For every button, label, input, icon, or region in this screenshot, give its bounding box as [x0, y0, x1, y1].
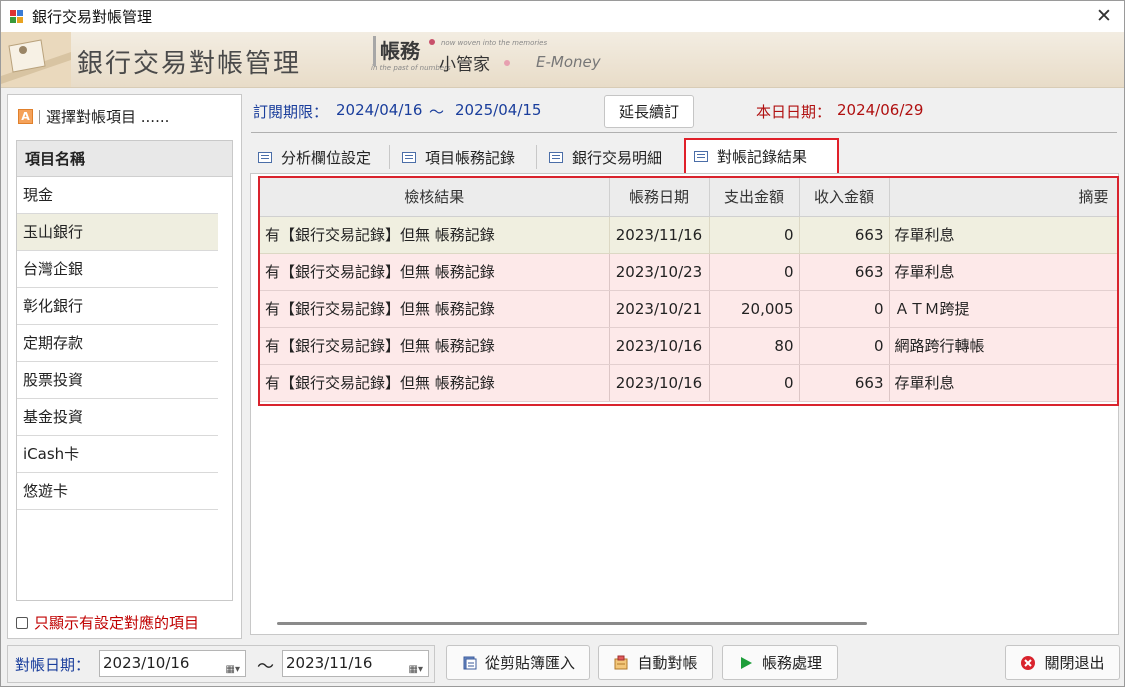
a-letter-icon: A: [18, 109, 33, 124]
table-icon: [402, 151, 416, 163]
table-icon: [549, 151, 563, 163]
date-from-picker[interactable]: 2023/10/16 ▦▾: [99, 650, 246, 677]
brand-dot-icon: [504, 60, 510, 66]
today-date: 2024/06/29: [837, 101, 924, 119]
auto-reconcile-icon: [613, 655, 629, 671]
renew-button[interactable]: 延長續訂: [604, 95, 694, 128]
date-to-picker[interactable]: 2023/11/16 ▦▾: [282, 650, 429, 677]
tab-label: 銀行交易明細: [572, 148, 663, 167]
tab-label: 對帳記錄結果: [717, 148, 808, 166]
tab-bank-transactions[interactable]: 銀行交易明細: [541, 141, 681, 173]
button-label: 關閉退出: [1044, 654, 1105, 672]
tab-reconciliation-results[interactable]: 對帳記錄結果: [684, 138, 839, 173]
list-item[interactable]: iCash卡: [17, 436, 218, 473]
tab-label: 項目帳務記錄: [425, 148, 516, 167]
divider: [39, 109, 40, 124]
tab-divider: [389, 145, 390, 169]
brand-dot-icon: [429, 39, 435, 45]
date-range-tilde: ～: [257, 657, 274, 677]
checkbox-icon[interactable]: [16, 616, 28, 629]
list-item[interactable]: 玉山銀行: [17, 214, 218, 251]
subscription-end: 2025/04/15: [455, 101, 542, 119]
table-icon: [694, 151, 708, 162]
divider: [251, 132, 1117, 133]
subscription-tilde: ～: [429, 103, 445, 121]
button-label: 自動對帳: [637, 654, 698, 672]
brand-name: 小管家: [439, 55, 490, 75]
date-range-label: 對帳日期：: [15, 656, 91, 674]
highlight-frame: [258, 176, 1119, 406]
list-items: 現金 玉山銀行 台灣企銀 彰化銀行 定期存款 股票投資 基金投資 iCash卡 悠遊卡: [17, 177, 232, 510]
tab-label: 分析欄位設定: [281, 148, 372, 167]
list-item[interactable]: 悠遊卡: [17, 473, 218, 510]
calendar-dropdown-icon[interactable]: ▦▾: [409, 657, 423, 682]
list-item[interactable]: 定期存款: [17, 325, 218, 362]
list-item[interactable]: 台灣企銀: [17, 251, 218, 288]
button-label: 帳務處理: [761, 654, 822, 672]
close-icon[interactable]: ✕: [1092, 5, 1116, 27]
list-item[interactable]: 現金: [17, 177, 218, 214]
title-bar: 銀行交易對帳管理 ✕: [1, 1, 1124, 32]
horizontal-scrollbar[interactable]: [277, 622, 867, 625]
banner-decoration-icon: [1, 32, 71, 87]
app-icon: [10, 9, 24, 24]
table-icon: [258, 151, 272, 163]
close-exit-button[interactable]: 關閉退出: [1005, 645, 1120, 680]
item-selection-panel: A 選擇對帳項目 ...... 項目名稱 現金 玉山銀行 台灣企銀 彰化銀行 定期存款股…: [7, 94, 242, 639]
button-label: 從剪貼簿匯入: [484, 654, 575, 672]
today-label: 本日日期：: [756, 103, 832, 121]
window-title: 銀行交易對帳管理: [32, 8, 153, 26]
import-clipboard-button[interactable]: 從剪貼簿匯入: [446, 645, 590, 680]
calendar-dropdown-icon[interactable]: ▦▾: [226, 657, 240, 682]
panel-title: 選擇對帳項目 ......: [46, 108, 170, 126]
list-item[interactable]: 基金投資: [17, 399, 218, 436]
brand-tagline-top: now woven into the memories: [441, 39, 548, 47]
item-list[interactable]: 項目名稱 現金 玉山銀行 台灣企銀 彰化銀行 定期存款 股票投資 基金投資 iCash卡 悠遊卡: [16, 140, 233, 601]
list-item[interactable]: 股票投資: [17, 362, 218, 399]
date-from-value: 2023/10/16: [103, 654, 190, 672]
banner-title: 銀行交易對帳管理: [77, 49, 302, 79]
panel-header: A 選擇對帳項目 ......: [18, 106, 169, 127]
close-circle-icon: [1020, 655, 1036, 671]
play-icon: [738, 655, 754, 671]
date-to-value: 2023/11/16: [286, 654, 373, 672]
process-accounts-button[interactable]: 帳務處理: [722, 645, 838, 680]
only-show-mapped-label: 只顯示有設定對應的項目: [34, 614, 200, 632]
brand-emoney: E-Money: [536, 53, 601, 71]
app-window: 銀行交易對帳管理 ✕ 銀行交易對帳管理 帳務 now woven into th…: [0, 0, 1125, 687]
only-show-mapped-checkbox[interactable]: 只顯示有設定對應的項目: [16, 612, 199, 633]
header-banner: 銀行交易對帳管理 帳務 now woven into the memories …: [1, 32, 1124, 88]
list-item[interactable]: 彰化銀行: [17, 288, 218, 325]
tab-analysis-fields[interactable]: 分析欄位設定: [250, 141, 388, 173]
auto-reconcile-button[interactable]: 自動對帳: [598, 645, 713, 680]
list-column-header: 項目名稱: [17, 141, 232, 177]
brand-logo: 帳務: [373, 36, 429, 66]
clipboard-icon: [461, 655, 477, 671]
tab-divider: [536, 145, 537, 169]
subscription-label: 訂閱期限：: [253, 103, 329, 121]
tab-item-records[interactable]: 項目帳務記錄: [394, 141, 534, 173]
subscription-start: 2024/04/16: [336, 101, 423, 119]
